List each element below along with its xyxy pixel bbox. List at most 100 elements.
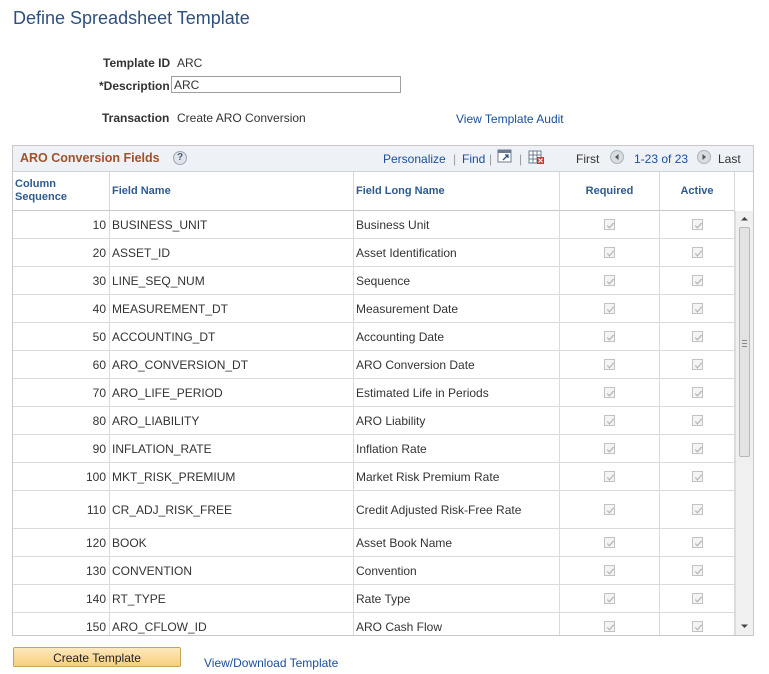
view-all-icon[interactable] bbox=[497, 149, 513, 164]
required-checkbox[interactable] bbox=[604, 275, 615, 286]
help-icon[interactable]: ? bbox=[173, 151, 187, 165]
download-spreadsheet-icon[interactable] bbox=[528, 149, 545, 165]
active-cell bbox=[660, 379, 735, 406]
column-sequence-cell: 110 bbox=[13, 491, 110, 528]
required-cell bbox=[560, 379, 660, 406]
active-cell bbox=[660, 463, 735, 490]
field-name-cell: INFLATION_RATE bbox=[110, 435, 354, 462]
required-checkbox[interactable] bbox=[604, 443, 615, 454]
active-cell bbox=[660, 239, 735, 266]
required-cell bbox=[560, 613, 660, 635]
required-checkbox[interactable] bbox=[604, 247, 615, 258]
field-name-cell: ASSET_ID bbox=[110, 239, 354, 266]
column-sequence-cell: 70 bbox=[13, 379, 110, 406]
required-checkbox[interactable] bbox=[604, 471, 615, 482]
vertical-scrollbar[interactable] bbox=[735, 211, 753, 635]
active-cell bbox=[660, 351, 735, 378]
aro-conversion-fields-grid: ARO Conversion Fields ? Personalize | Fi… bbox=[12, 145, 754, 636]
active-checkbox[interactable] bbox=[691, 275, 703, 286]
active-checkbox[interactable] bbox=[691, 359, 703, 370]
field-name-cell: MEASUREMENT_DT bbox=[110, 295, 354, 322]
find-link[interactable]: Find bbox=[462, 152, 485, 166]
active-checkbox[interactable] bbox=[691, 331, 703, 342]
grid-title: ARO Conversion Fields bbox=[20, 151, 160, 165]
field-long-name-cell: Credit Adjusted Risk-Free Rate bbox=[354, 491, 560, 528]
active-checkbox[interactable] bbox=[691, 415, 703, 426]
required-checkbox[interactable] bbox=[604, 331, 615, 342]
required-cell bbox=[560, 351, 660, 378]
transaction-label: Transaction bbox=[102, 111, 170, 125]
active-checkbox[interactable] bbox=[691, 593, 703, 604]
required-checkbox[interactable] bbox=[604, 537, 615, 548]
grid-header: ARO Conversion Fields ? Personalize | Fi… bbox=[13, 146, 753, 172]
scrollbar-thumb[interactable] bbox=[739, 227, 750, 457]
required-checkbox[interactable] bbox=[604, 621, 615, 632]
field-name-cell: ARO_LIABILITY bbox=[110, 407, 354, 434]
active-checkbox[interactable] bbox=[691, 303, 703, 314]
column-sequence-cell: 10 bbox=[13, 211, 110, 238]
required-checkbox[interactable] bbox=[604, 359, 615, 370]
active-cell bbox=[660, 295, 735, 322]
required-checkbox[interactable] bbox=[604, 593, 615, 604]
field-name-cell: BUSINESS_UNIT bbox=[110, 211, 354, 238]
required-checkbox[interactable] bbox=[604, 565, 615, 576]
active-checkbox[interactable] bbox=[691, 504, 703, 515]
active-checkbox[interactable] bbox=[691, 219, 703, 230]
field-name-header[interactable]: Field Name bbox=[110, 172, 354, 210]
field-long-name-cell: Measurement Date bbox=[354, 295, 560, 322]
create-template-button[interactable]: Create Template bbox=[13, 647, 181, 667]
table-row: 20 ASSET_ID Asset Identification bbox=[13, 239, 735, 267]
field-name-cell: ARO_LIFE_PERIOD bbox=[110, 379, 354, 406]
active-checkbox[interactable] bbox=[691, 537, 703, 548]
field-name-cell: RT_TYPE bbox=[110, 585, 354, 612]
required-checkbox[interactable] bbox=[604, 303, 615, 314]
field-name-cell: ARO_CONVERSION_DT bbox=[110, 351, 354, 378]
active-checkbox[interactable] bbox=[691, 471, 703, 482]
column-sequence-cell: 50 bbox=[13, 323, 110, 350]
column-header-row: Column Sequence Field Name Field Long Na… bbox=[13, 172, 735, 211]
required-cell bbox=[560, 463, 660, 490]
description-input[interactable] bbox=[171, 76, 401, 93]
field-long-name-header[interactable]: Field Long Name bbox=[354, 172, 560, 210]
required-cell bbox=[560, 435, 660, 462]
scroll-down-icon[interactable] bbox=[740, 623, 749, 630]
field-long-name-cell: Inflation Rate bbox=[354, 435, 560, 462]
required-checkbox[interactable] bbox=[604, 387, 615, 398]
active-checkbox[interactable] bbox=[691, 443, 703, 454]
transaction-value: Create ARO Conversion bbox=[177, 111, 306, 125]
view-template-audit-link[interactable]: View Template Audit bbox=[456, 112, 564, 126]
column-sequence-cell: 60 bbox=[13, 351, 110, 378]
field-long-name-cell: ARO Conversion Date bbox=[354, 351, 560, 378]
personalize-link[interactable]: Personalize bbox=[383, 152, 446, 166]
field-long-name-cell: Asset Identification bbox=[354, 239, 560, 266]
previous-icon[interactable] bbox=[610, 150, 624, 164]
scroll-up-icon[interactable] bbox=[740, 215, 749, 222]
next-icon[interactable] bbox=[697, 150, 711, 164]
description-label: *Description bbox=[99, 79, 170, 93]
column-sequence-cell: 130 bbox=[13, 557, 110, 584]
column-sequence-cell: 150 bbox=[13, 613, 110, 635]
active-cell bbox=[660, 267, 735, 294]
row-range: 1-23 of 23 bbox=[634, 152, 689, 166]
last-label: Last bbox=[718, 152, 741, 166]
column-sequence-cell: 100 bbox=[13, 463, 110, 490]
active-checkbox[interactable] bbox=[691, 247, 703, 258]
active-checkbox[interactable] bbox=[691, 621, 703, 632]
required-checkbox[interactable] bbox=[604, 504, 615, 515]
field-long-name-cell: Asset Book Name bbox=[354, 529, 560, 556]
table-row: 40 MEASUREMENT_DT Measurement Date bbox=[13, 295, 735, 323]
table-row: 130 CONVENTION Convention bbox=[13, 557, 735, 585]
field-long-name-cell: Market Risk Premium Rate bbox=[354, 463, 560, 490]
active-checkbox[interactable] bbox=[691, 565, 703, 576]
field-long-name-cell: Rate Type bbox=[354, 585, 560, 612]
active-cell bbox=[660, 211, 735, 238]
required-checkbox[interactable] bbox=[604, 415, 615, 426]
column-sequence-header[interactable]: Column Sequence bbox=[13, 172, 110, 210]
active-checkbox[interactable] bbox=[691, 387, 703, 398]
required-checkbox[interactable] bbox=[604, 219, 615, 230]
column-sequence-cell: 80 bbox=[13, 407, 110, 434]
column-sequence-cell: 120 bbox=[13, 529, 110, 556]
field-name-cell: LINE_SEQ_NUM bbox=[110, 267, 354, 294]
view-download-template-link[interactable]: View/Download Template bbox=[204, 656, 338, 670]
table-row: 150 ARO_CFLOW_ID ARO Cash Flow bbox=[13, 613, 735, 635]
